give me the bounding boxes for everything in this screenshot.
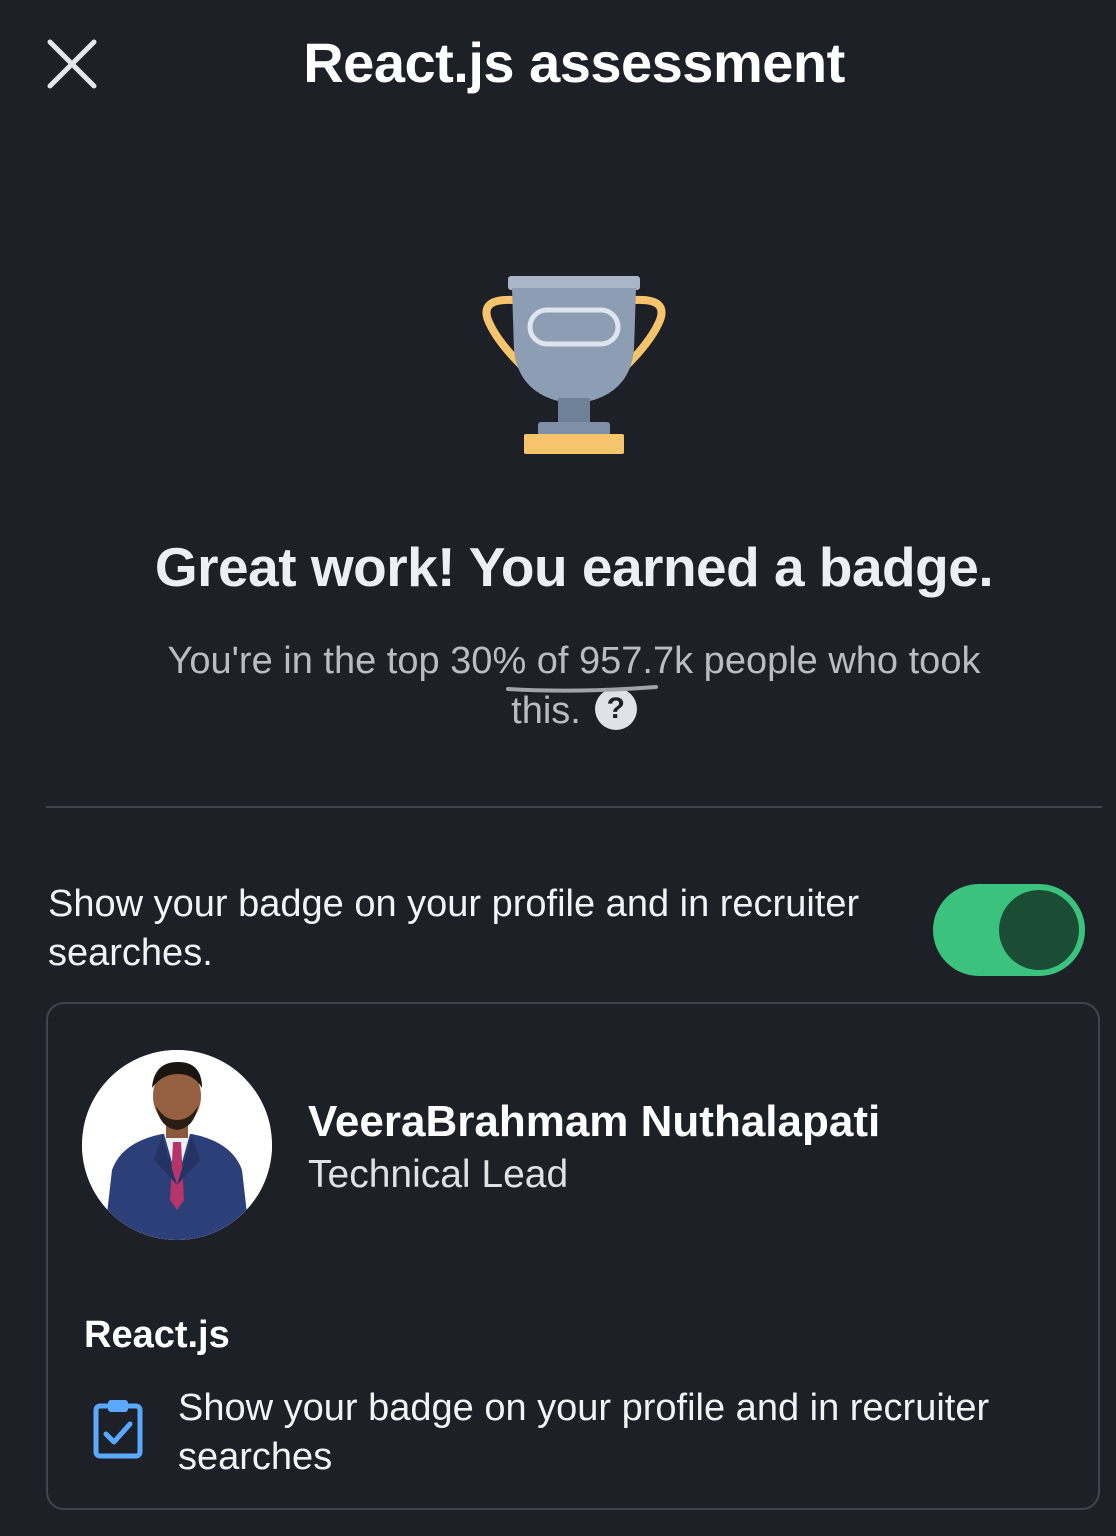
toggle-knob [999, 890, 1079, 970]
page-title: React.js assessment [303, 31, 845, 94]
profile-badge-card: VeeraBrahmam Nuthalapati Technical Lead … [46, 1002, 1100, 1510]
card-description: Show your badge on your profile and in r… [178, 1387, 990, 1478]
scribble-underline [506, 685, 658, 693]
profile-name: VeeraBrahmam Nuthalapati [308, 1097, 881, 1146]
profile-role: Technical Lead [308, 1153, 569, 1196]
assessment-result-screen: React.js assessment Great work! You earn… [0, 0, 1116, 1536]
badge-visibility-label: Show your badge on your profile and in r… [48, 883, 860, 974]
help-icon[interactable]: ? [594, 687, 637, 730]
result-headline: Great work! You earned a badge. [154, 536, 994, 598]
trophy-icon [474, 270, 674, 460]
header: React.js assessment [0, 0, 1116, 130]
divider [46, 806, 1102, 808]
avatar [82, 1050, 272, 1240]
badge-visibility-toggle[interactable] [933, 884, 1085, 976]
skill-title: React.js [84, 1314, 230, 1356]
clipboard-check-icon [93, 1400, 143, 1459]
